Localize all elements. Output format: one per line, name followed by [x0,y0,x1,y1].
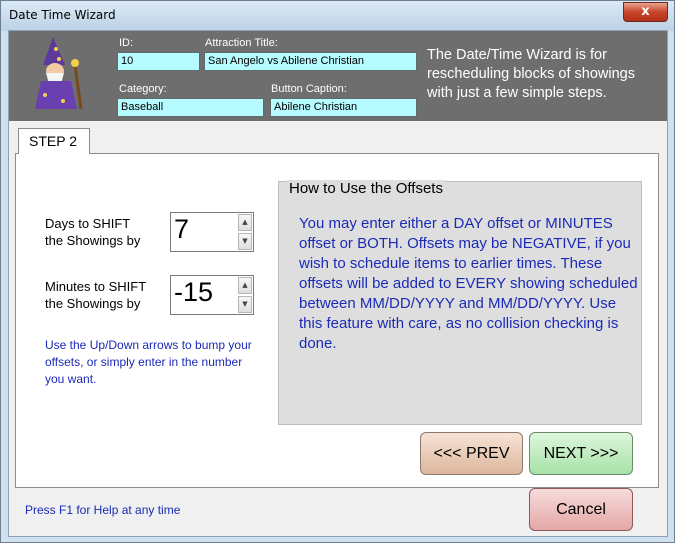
dialog-body: ID: 10 Attraction Title: San Angelo vs A… [8,30,668,537]
days-label: Days to SHIFT the Showings by [45,215,140,249]
next-button[interactable]: NEXT >>> [529,432,633,475]
help-hint: Press F1 for Help at any time [25,503,181,517]
category-label: Category: [119,83,167,95]
days-label-line-2: the Showings by [45,233,141,248]
attraction-title-label: Attraction Title: [205,37,278,49]
header-panel: ID: 10 Attraction Title: San Angelo vs A… [9,31,667,121]
wizard-description: The Date/Time Wizard is for rescheduling… [427,47,635,101]
minutes-value[interactable]: -15 [174,277,213,308]
button-caption-label: Button Caption: [271,83,347,95]
id-label: ID: [119,37,134,49]
attraction-title-field[interactable]: San Angelo vs Abilene Christian [204,52,417,71]
days-spin-down-icon[interactable]: ▼ [238,233,252,250]
prev-button[interactable]: <<< PREV [420,432,523,475]
wizard-icon [35,37,83,110]
minutes-stepper[interactable]: -15 ▲ ▼ [170,275,254,315]
close-icon: x [641,4,650,19]
title-bar[interactable]: Date Time Wizard x [1,1,674,31]
days-stepper[interactable]: 7 ▲ ▼ [170,212,254,252]
close-button[interactable]: x [623,2,668,22]
days-spin-up-icon[interactable]: ▲ [238,214,252,231]
category-field[interactable]: Baseball [117,98,264,117]
minutes-label-line-2: the Showings by [45,296,141,311]
button-caption-field[interactable]: Abilene Christian [270,98,417,117]
wizard-window: Date Time Wizard x ID: 10 Attraction Tit… [0,0,675,543]
window-title: Date Time Wizard [9,8,116,22]
offsets-info-box: How to Use the Offsets You may enter eit… [278,180,642,425]
minutes-label-line-1: Minutes to SHIFT [45,279,147,294]
id-field[interactable]: 10 [117,52,200,71]
days-value[interactable]: 7 [174,214,189,245]
stepper-help-text: Use the Up/Down arrows to bump your offs… [45,338,252,386]
offsets-info-title: How to Use the Offsets [287,180,445,197]
offsets-info-text: You may enter either a DAY offset or MIN… [299,215,638,352]
minutes-spin-down-icon[interactable]: ▼ [238,296,252,313]
days-label-line-1: Days to SHIFT [45,216,131,231]
minutes-label: Minutes to SHIFT the Showings by [45,278,146,312]
minutes-spin-up-icon[interactable]: ▲ [238,277,252,294]
cancel-button[interactable]: Cancel [529,488,633,531]
tab-step-2[interactable]: STEP 2 [18,128,90,154]
